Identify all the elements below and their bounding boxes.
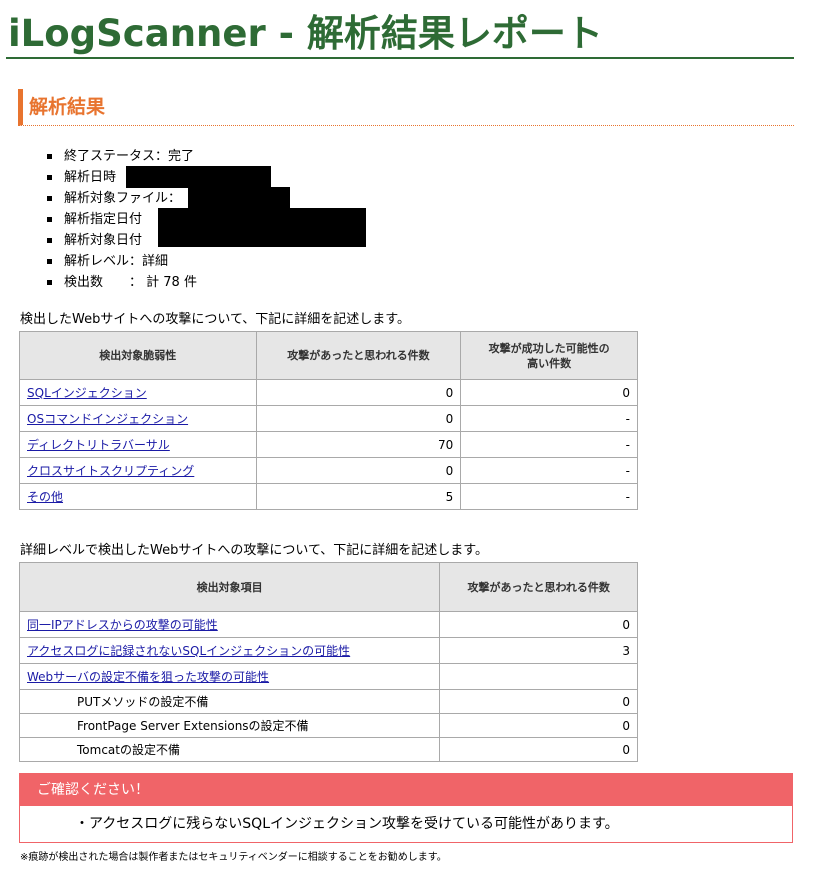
table-header-row: 検出対象脆弱性 攻撃があったと思われる件数 攻撃が成功した可能性の 高い件数: [19, 331, 638, 380]
column-header: 検出対象脆弱性: [19, 331, 257, 380]
subitem-label: FrontPage Server Extensionsの設定不備: [18, 713, 441, 738]
attack-count: 0: [439, 611, 638, 638]
table-row: ディレクトリトラバーサル 70 -: [19, 431, 638, 458]
detail-table: 検出対象項目 攻撃があったと思われる件数 同一IPアドレスからの攻撃の可能性 0…: [18, 562, 638, 762]
attack-count: [439, 663, 638, 690]
table-row: その他 5 -: [19, 483, 638, 510]
attack-count: 0: [255, 405, 462, 432]
vuln-link-xss[interactable]: クロスサイトスクリプティング: [27, 464, 194, 478]
attack-count: 70: [255, 431, 462, 458]
page-title: iLogScanner - 解析結果レポート: [8, 12, 603, 55]
table-header-row: 検出対象項目 攻撃があったと思われる件数: [18, 562, 638, 612]
attack-count: 0: [255, 379, 462, 406]
table1-intro: 検出したWebサイトへの攻撃について、下記に詳細を記述します。: [20, 312, 411, 327]
table-row: 同一IPアドレスからの攻撃の可能性 0: [18, 611, 638, 638]
footnote: ※痕跡が検出された場合は製作者またはセキュリティベンダーに相談することをお勧めし…: [20, 852, 447, 863]
attack-count: 0: [255, 457, 462, 484]
attack-count: 5: [255, 483, 462, 510]
column-header-line: 攻撃が成功した可能性の: [488, 341, 610, 355]
summary-target-file: 解析対象ファイル：: [46, 188, 197, 209]
redaction-block: [126, 166, 271, 188]
vuln-link-sql-injection[interactable]: SQLインジェクション: [27, 386, 147, 400]
detail-link-unlogged-sql-injection[interactable]: アクセスログに記録されないSQLインジェクションの可能性: [27, 644, 350, 658]
notice-box: ご確認ください！ ・アクセスログに残らないSQLインジェクション攻撃を受けている…: [19, 773, 793, 843]
table-row: SQLインジェクション 0 0: [19, 379, 638, 406]
summary-level: 解析レベル：詳細: [46, 251, 197, 272]
redaction-block: [158, 208, 366, 230]
success-count: -: [460, 431, 638, 458]
attack-count: 0: [439, 689, 638, 714]
summary-status: 終了ステータス：完了: [46, 146, 197, 167]
vuln-link-os-command-injection[interactable]: OSコマンドインジェクション: [27, 412, 188, 426]
summary-detected-count: 検出数 ： 計 78 件: [46, 272, 197, 293]
table2-intro: 詳細レベルで検出したWebサイトへの攻撃について、下記に詳細を記述します。: [20, 543, 489, 558]
success-count: -: [460, 483, 638, 510]
table-subrow: PUTメソッドの設定不備 0: [18, 689, 638, 714]
attack-count: 0: [439, 713, 638, 738]
column-header-line: 高い件数: [527, 356, 572, 370]
success-count: -: [460, 457, 638, 484]
attack-count: 0: [439, 737, 638, 762]
table-subrow: Tomcatの設定不備 0: [18, 737, 638, 762]
detail-link-same-ip[interactable]: 同一IPアドレスからの攻撃の可能性: [27, 618, 218, 632]
subitem-label: PUTメソッドの設定不備: [18, 689, 441, 714]
table-row: アクセスログに記録されないSQLインジェクションの可能性 3: [18, 637, 638, 664]
notice-message: ・アクセスログに残らないSQLインジェクション攻撃を受けている可能性があります。: [75, 816, 619, 832]
table-row: クロスサイトスクリプティング 0 -: [19, 457, 638, 484]
detail-link-webserver-misconfig[interactable]: Webサーバの設定不備を狙った攻撃の可能性: [27, 670, 269, 684]
vuln-link-directory-traversal[interactable]: ディレクトリトラバーサル: [27, 438, 170, 452]
column-header: 攻撃があったと思われる件数: [439, 562, 638, 612]
title-divider: [6, 57, 794, 59]
success-count: -: [460, 405, 638, 432]
section-heading: 解析結果: [18, 89, 794, 126]
vulnerability-table: 検出対象脆弱性 攻撃があったと思われる件数 攻撃が成功した可能性の 高い件数 SQ…: [19, 331, 638, 510]
subitem-label: Tomcatの設定不備: [18, 737, 441, 762]
table-subrow: FrontPage Server Extensionsの設定不備 0: [18, 713, 638, 738]
column-header: 攻撃が成功した可能性の 高い件数: [460, 331, 638, 380]
redaction-block: [158, 229, 366, 247]
column-header: 検出対象項目: [18, 562, 441, 612]
redaction-block: [188, 187, 290, 209]
column-header: 攻撃があったと思われる件数: [255, 331, 462, 380]
table-row: Webサーバの設定不備を狙った攻撃の可能性: [18, 663, 638, 690]
attack-count: 3: [439, 637, 638, 664]
success-count: 0: [460, 379, 638, 406]
notice-title: ご確認ください！: [20, 774, 792, 806]
vuln-link-other[interactable]: その他: [27, 490, 63, 504]
table-row: OSコマンドインジェクション 0 -: [19, 405, 638, 432]
